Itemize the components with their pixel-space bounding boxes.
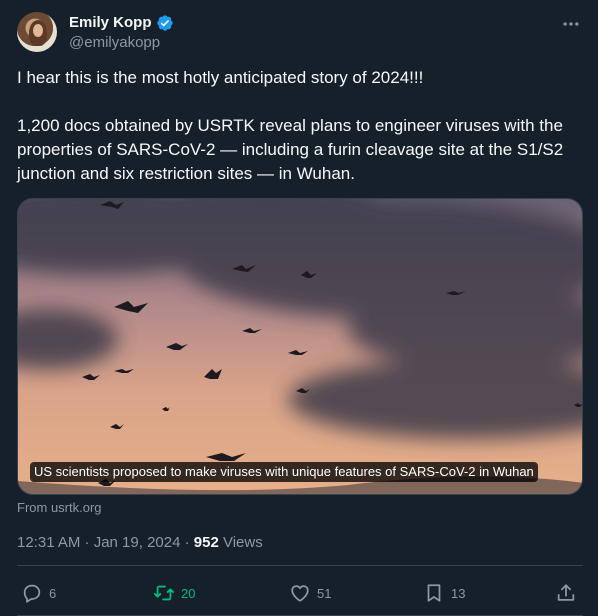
bookmark-count: 13 (451, 585, 466, 601)
tweet-paragraph: I hear this is the most hotly anticipate… (17, 68, 424, 87)
tweet-text: I hear this is the most hotly anticipate… (17, 66, 583, 186)
tweet-meta: 12:31 AM · Jan 19, 2024 · 952 Views (17, 533, 263, 553)
share-button[interactable] (555, 578, 577, 608)
retweet-count: 20 (181, 585, 196, 601)
heart-icon (291, 585, 309, 602)
reply-icon (23, 584, 41, 603)
reply-count: 6 (49, 585, 57, 601)
link-card-source[interactable]: From usrtk.org (17, 500, 102, 516)
reply-button[interactable]: 6 (21, 578, 56, 608)
views-count: 952 (193, 534, 219, 551)
divider (17, 565, 583, 566)
link-card-image[interactable]: US scientists proposed to make viruses w… (17, 198, 583, 495)
author-name-row[interactable]: Emily Kopp (69, 13, 174, 33)
tweet-timestamp[interactable]: 12:31 AM · Jan 19, 2024 (17, 534, 180, 551)
avatar[interactable] (17, 12, 57, 52)
author-block: Emily Kopp @emilyakopp (69, 13, 174, 53)
like-button[interactable]: 51 (289, 578, 331, 608)
tweet-actions: 6 20 51 13 (17, 578, 583, 608)
tweet-header: Emily Kopp @emilyakopp (17, 12, 585, 56)
link-card-caption[interactable]: US scientists proposed to make viruses w… (30, 462, 538, 482)
retweet-button[interactable]: 20 (153, 578, 195, 608)
tweet-paragraph: 1,200 docs obtained by USRTK reveal plan… (17, 116, 564, 183)
bookmark-icon (427, 584, 441, 602)
tweet: Emily Kopp @emilyakopp I hear this is th… (0, 0, 598, 616)
bats-at-dusk-image (18, 199, 582, 494)
views-label: Views (218, 534, 263, 551)
author-display-name[interactable]: Emily Kopp (69, 13, 152, 33)
share-icon (557, 584, 575, 601)
author-handle[interactable]: @emilyakopp (69, 33, 174, 53)
avatar-face (33, 24, 43, 37)
retweet-icon (153, 585, 175, 601)
verified-badge-icon[interactable] (156, 14, 174, 32)
meta-separator: · (180, 534, 194, 551)
bookmark-button[interactable]: 13 (423, 578, 465, 608)
like-count: 51 (317, 585, 332, 601)
more-dots-icon[interactable] (561, 14, 581, 34)
